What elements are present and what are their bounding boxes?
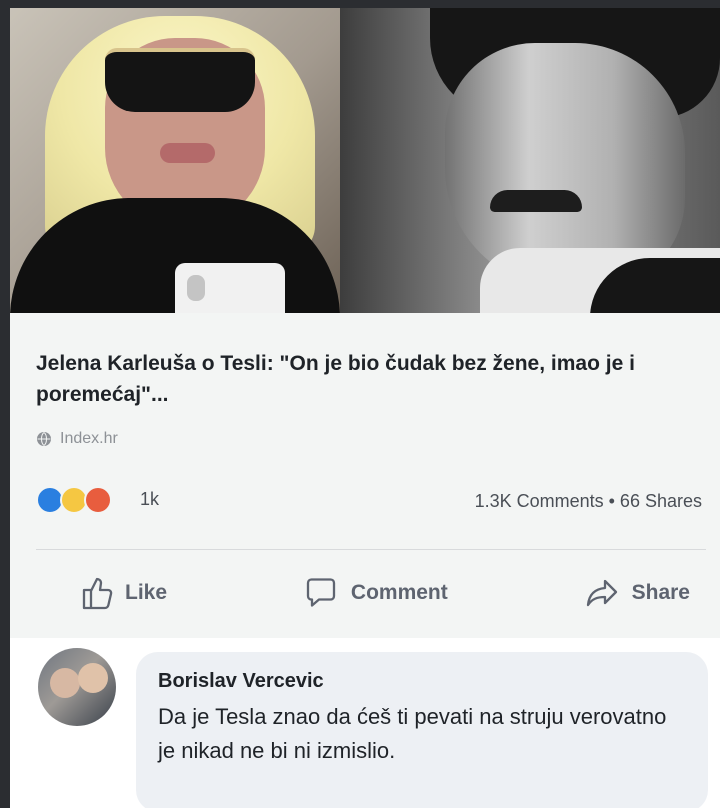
- reaction-count: 1k: [140, 488, 160, 509]
- woman-photo: [10, 8, 340, 313]
- lips-shape: [160, 143, 215, 163]
- post-card: Jelena Karleuša o Tesli: "On je bio čuda…: [10, 8, 720, 808]
- comment-bubble[interactable]: Borislav Vercevic Da je Tesla znao da će…: [136, 652, 708, 808]
- avatar[interactable]: [38, 648, 116, 726]
- reaction-icons: [36, 484, 132, 514]
- thumbs-up-icon: [82, 577, 113, 610]
- avatar-face-left: [50, 668, 80, 698]
- tesla-photo: [340, 8, 720, 313]
- comment-share-stats[interactable]: 1.3K Comments • 66 Shares: [475, 491, 702, 512]
- source-label: Index.hr: [60, 430, 118, 447]
- sunglasses-shape: [105, 48, 255, 112]
- globe-icon: [37, 432, 51, 446]
- link-preview-image[interactable]: [10, 8, 720, 313]
- reaction-summary[interactable]: 1k: [36, 484, 159, 514]
- comment-label: Comment: [350, 581, 448, 604]
- action-bar: Like Comment Share: [75, 568, 690, 618]
- divider: [36, 549, 706, 550]
- comment-section: Borislav Vercevic Da je Tesla znao da će…: [10, 638, 720, 808]
- angry-reaction-icon: [84, 486, 112, 514]
- article-source[interactable]: Index.hr: [36, 430, 118, 448]
- share-button[interactable]: Share: [582, 573, 690, 613]
- comment-text: Da je Tesla znao da ćeš ti pevati na str…: [158, 704, 667, 763]
- article-headline[interactable]: Jelena Karleuša o Tesli: "On je bio čuda…: [36, 348, 700, 410]
- comment-icon: [306, 578, 336, 607]
- like-button[interactable]: Like: [75, 573, 167, 613]
- comment-button[interactable]: Comment: [301, 573, 448, 613]
- comment-author[interactable]: Borislav Vercevic: [158, 670, 324, 693]
- share-icon: [586, 579, 617, 607]
- avatar-face-right: [78, 663, 108, 693]
- share-label: Share: [631, 581, 690, 604]
- phone-shape: [175, 263, 285, 313]
- moustache-shape: [490, 190, 582, 212]
- like-label: Like: [125, 581, 168, 604]
